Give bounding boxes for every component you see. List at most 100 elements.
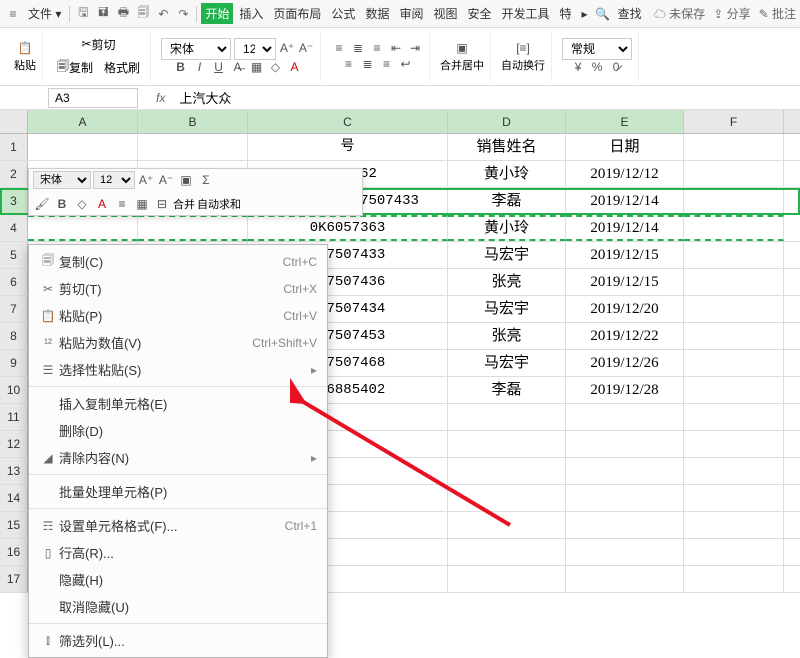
fill-color-icon[interactable]: ◇ [268,60,284,76]
save-icon[interactable]: 🖫 [74,5,92,23]
border-icon[interactable]: ▦ [249,60,265,76]
rowhead-9[interactable]: 9 [0,350,28,376]
mini-fill-icon[interactable]: ◇ [73,195,91,213]
rowhead-7[interactable]: 7 [0,296,28,322]
cell-d15[interactable] [448,512,566,538]
tab-special[interactable]: 特 [556,3,576,24]
search-label[interactable]: 查找 [614,3,646,24]
comma-icon[interactable]: 0̷ [608,60,624,76]
cell-d9[interactable]: 马宏宇 [448,350,566,376]
ctx-hide[interactable]: 隐藏(H) [29,566,327,593]
colhead-d[interactable]: D [448,110,566,133]
align-center-icon[interactable]: ≣ [360,57,376,73]
cell-f5[interactable] [684,242,784,268]
ctx-filter-col[interactable]: ⫾筛选列(L)... [29,627,327,654]
font-color-icon[interactable]: A [287,60,303,76]
cell-d17[interactable] [448,566,566,592]
rowhead-3[interactable]: 3 [0,188,28,214]
ctx-batch[interactable]: 批量处理单元格(P) [29,478,327,505]
cell-c4[interactable]: 0K6057363 [248,215,448,241]
ctx-row-height[interactable]: ▯行高(R)... [29,539,327,566]
print-icon[interactable]: 🖶 [114,5,132,23]
cell-f7[interactable] [684,296,784,322]
cell-f13[interactable] [684,458,784,484]
cell-f9[interactable] [684,350,784,376]
cell-b4[interactable] [138,215,248,241]
cell-e14[interactable] [566,485,684,511]
formula-input[interactable] [173,88,800,108]
mini-autosum-label[interactable]: 自动求和 [197,196,241,212]
cell-e15[interactable] [566,512,684,538]
cell-d12[interactable] [448,431,566,457]
rowhead-11[interactable]: 11 [0,404,28,430]
cell-e16[interactable] [566,539,684,565]
font-name-select[interactable]: 宋体 [161,38,231,60]
rowhead-13[interactable]: 13 [0,458,28,484]
ctx-paste-value[interactable]: ¹²粘贴为数值(V)Ctrl+Shift+V [29,329,327,356]
indent-inc-icon[interactable]: ⇥ [407,41,423,57]
cell-f15[interactable] [684,512,784,538]
ctx-delete[interactable]: 删除(D) [29,417,327,444]
tab-view[interactable]: 视图 [429,3,461,24]
align-left-icon[interactable]: ≡ [341,57,357,73]
cell-d10[interactable]: 李磊 [448,377,566,403]
colhead-c[interactable]: C [248,110,448,133]
wrap-label[interactable]: 自动换行 [501,57,545,73]
cell-e9[interactable]: 2019/12/26 [566,350,684,376]
mini-sum-icon[interactable]: Σ [197,171,215,189]
mini-merge-label[interactable]: 合并 [173,196,195,212]
percent-icon[interactable]: % [589,60,605,76]
cell-c1[interactable]: 号 [248,134,448,160]
number-format-select[interactable]: 常规 [562,38,632,60]
ctx-format-cells[interactable]: ☶设置单元格格式(F)...Ctrl+1 [29,512,327,539]
cell-e4[interactable]: 2019/12/14 [566,215,684,241]
tab-data[interactable]: 数据 [361,3,393,24]
underline-icon[interactable]: U [211,60,227,76]
file-menu[interactable]: 文件 ▾ [24,3,65,24]
cell-d3[interactable]: 李磊 [448,188,566,214]
mini-align-icon[interactable]: ≡ [113,195,131,213]
cell-e6[interactable]: 2019/12/15 [566,269,684,295]
bold-icon[interactable]: B [173,60,189,76]
comments-button[interactable]: ✎ 批注 [759,5,796,22]
mini-format-painter-icon[interactable]: 🖌 [33,195,51,213]
rowhead-12[interactable]: 12 [0,431,28,457]
rowhead-5[interactable]: 5 [0,242,28,268]
menu-icon[interactable]: ≡ [4,5,22,23]
merge-icon[interactable]: ▣ [454,41,470,57]
ctx-clear[interactable]: ◢清除内容(N)▸ [29,444,327,471]
cell-d7[interactable]: 马宏宇 [448,296,566,322]
cell-d2[interactable]: 黄小玲 [448,161,566,187]
align-right-icon[interactable]: ≡ [379,57,395,73]
cell-e3[interactable]: 2019/12/14 [566,188,684,214]
rowhead-10[interactable]: 10 [0,377,28,403]
cloud-unsaved[interactable]: ☁ 未保存 [654,5,705,22]
cell-f3[interactable] [684,188,784,214]
cell-f8[interactable] [684,323,784,349]
align-top-icon[interactable]: ≡ [331,41,347,57]
colhead-f[interactable]: F [684,110,784,133]
cell-f11[interactable] [684,404,784,430]
rowhead-1[interactable]: 1 [0,134,28,160]
cell-f4[interactable] [684,215,784,241]
cell-f16[interactable] [684,539,784,565]
cut-button[interactable]: ✂ 剪切 [77,34,119,55]
ctx-cut[interactable]: ✂剪切(T)Ctrl+X [29,275,327,302]
select-all-corner[interactable] [0,110,28,133]
indent-dec-icon[interactable]: ⇤ [388,41,404,57]
redo-icon[interactable]: ↷ [174,5,192,23]
italic-icon[interactable]: I [192,60,208,76]
cell-e12[interactable] [566,431,684,457]
font-size-select[interactable]: 12 [234,38,276,60]
cell-d6[interactable]: 张亮 [448,269,566,295]
cell-a4[interactable] [28,215,138,241]
ctx-unhide[interactable]: 取消隐藏(U) [29,593,327,620]
tab-review[interactable]: 审阅 [395,3,427,24]
rowhead-6[interactable]: 6 [0,269,28,295]
cell-e2[interactable]: 2019/12/12 [566,161,684,187]
cell-f17[interactable] [684,566,784,592]
tab-security[interactable]: 安全 [463,3,495,24]
rowhead-2[interactable]: 2 [0,161,28,187]
cell-e8[interactable]: 2019/12/22 [566,323,684,349]
cell-f1[interactable] [684,134,784,160]
